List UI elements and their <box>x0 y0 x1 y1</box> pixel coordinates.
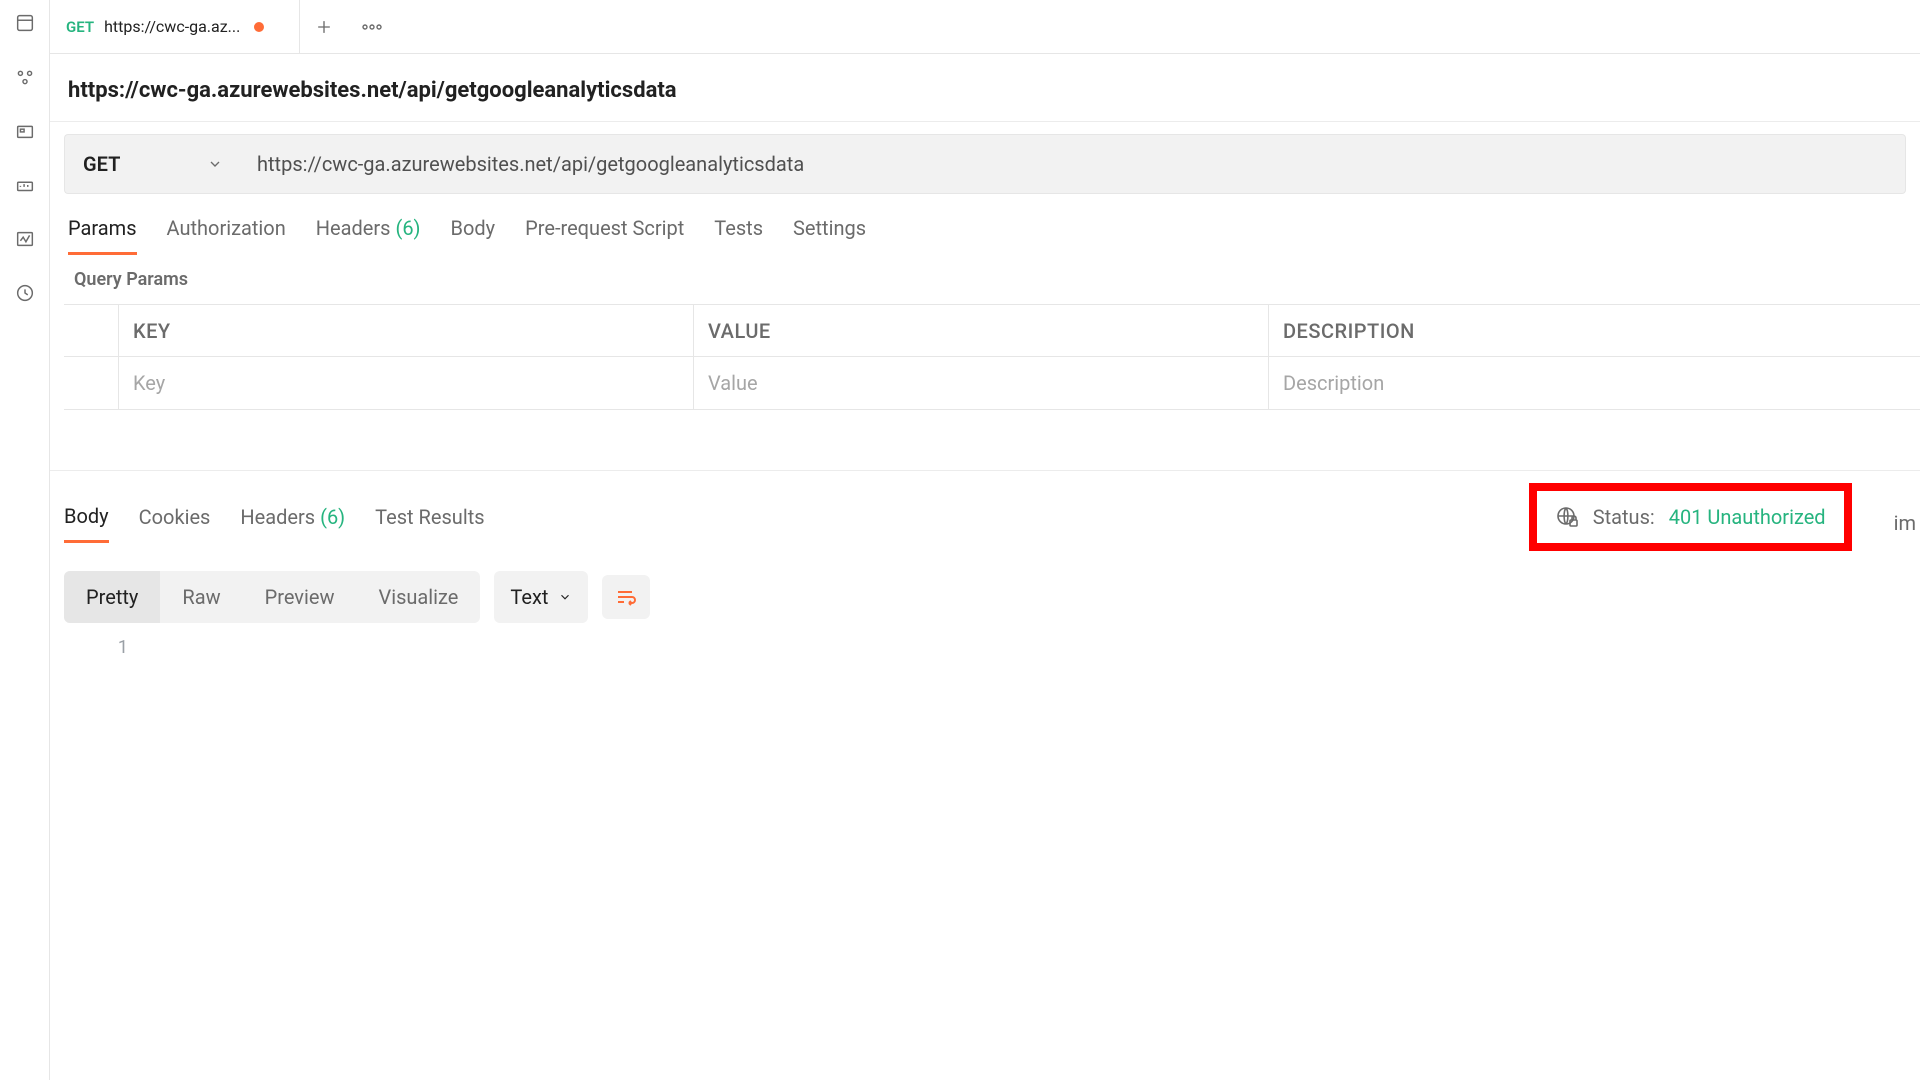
chevron-down-icon <box>207 156 223 172</box>
mock-servers-icon[interactable] <box>14 174 36 196</box>
add-tab-button[interactable] <box>300 0 348 53</box>
tab-prerequest[interactable]: Pre-request Script <box>525 216 684 255</box>
request-name[interactable]: https://cwc-ga.azurewebsites.net/api/get… <box>68 78 1902 103</box>
collections-icon[interactable] <box>14 12 36 34</box>
globe-lock-icon <box>1555 505 1579 529</box>
body-language-label: Text <box>510 585 548 609</box>
history-icon[interactable] <box>14 282 36 304</box>
resp-headers-label: Headers <box>240 505 315 529</box>
resp-tab-body[interactable]: Body <box>64 504 109 543</box>
request-tab[interactable]: GET https://cwc-ga.az... <box>50 0 300 53</box>
params-empty-row <box>64 357 1920 409</box>
url-input[interactable] <box>239 134 1906 194</box>
body-language-select[interactable]: Text <box>494 571 588 623</box>
line-number: 1 <box>104 637 128 658</box>
tab-title: https://cwc-ga.az... <box>104 17 240 36</box>
status-value: 401 Unauthorized <box>1669 505 1826 529</box>
resp-tab-cookies[interactable]: Cookies <box>139 505 211 541</box>
view-preview[interactable]: Preview <box>243 571 357 623</box>
col-key-header: KEY <box>119 305 694 356</box>
view-pretty[interactable]: Pretty <box>64 571 160 623</box>
chevron-down-icon <box>558 590 572 604</box>
param-value-input[interactable] <box>708 371 1254 395</box>
param-desc-input[interactable] <box>1283 371 1906 395</box>
col-desc-header: DESCRIPTION <box>1269 305 1920 356</box>
response-body[interactable]: 1 <box>64 623 1920 658</box>
col-value-header: VALUE <box>694 305 1269 356</box>
tab-authorization[interactable]: Authorization <box>167 216 286 255</box>
tab-method: GET <box>66 18 94 36</box>
view-raw[interactable]: Raw <box>160 571 242 623</box>
tab-overflow-button[interactable] <box>348 0 396 53</box>
method-select[interactable]: GET <box>64 134 239 194</box>
body-view-segmented: Pretty Raw Preview Visualize <box>64 571 480 623</box>
tab-bar: GET https://cwc-ga.az... <box>50 0 1920 54</box>
tab-headers-label: Headers <box>316 216 391 240</box>
headers-count: (6) <box>395 216 420 240</box>
left-rail <box>0 0 50 1080</box>
params-table: KEY VALUE DESCRIPTION <box>64 304 1920 410</box>
tab-headers[interactable]: Headers (6) <box>316 216 421 255</box>
response-time-cutoff: im <box>1894 511 1916 535</box>
params-header-row: KEY VALUE DESCRIPTION <box>64 305 1920 357</box>
tab-params[interactable]: Params <box>68 216 137 255</box>
environments-icon[interactable] <box>14 120 36 142</box>
resp-tab-test-results[interactable]: Test Results <box>375 505 484 541</box>
tab-body[interactable]: Body <box>451 216 496 255</box>
response-tabs: Body Cookies Headers (6) Test Results St… <box>64 471 1920 557</box>
view-visualize[interactable]: Visualize <box>356 571 480 623</box>
status-label: Status: <box>1593 505 1655 529</box>
apis-icon[interactable] <box>14 66 36 88</box>
wrap-lines-button[interactable] <box>602 575 650 619</box>
query-params-title: Query Params <box>50 255 1920 304</box>
monitors-icon[interactable] <box>14 228 36 250</box>
response-status-box: Status: 401 Unauthorized <box>1529 483 1852 551</box>
tab-tests[interactable]: Tests <box>714 216 763 255</box>
unsaved-dot-icon <box>254 22 264 32</box>
method-label: GET <box>83 152 120 176</box>
resp-headers-count: (6) <box>320 505 345 529</box>
tab-settings[interactable]: Settings <box>793 216 866 255</box>
request-subtabs: Params Authorization Headers (6) Body Pr… <box>50 194 1920 255</box>
resp-tab-headers[interactable]: Headers (6) <box>240 505 345 541</box>
param-key-input[interactable] <box>133 371 679 395</box>
